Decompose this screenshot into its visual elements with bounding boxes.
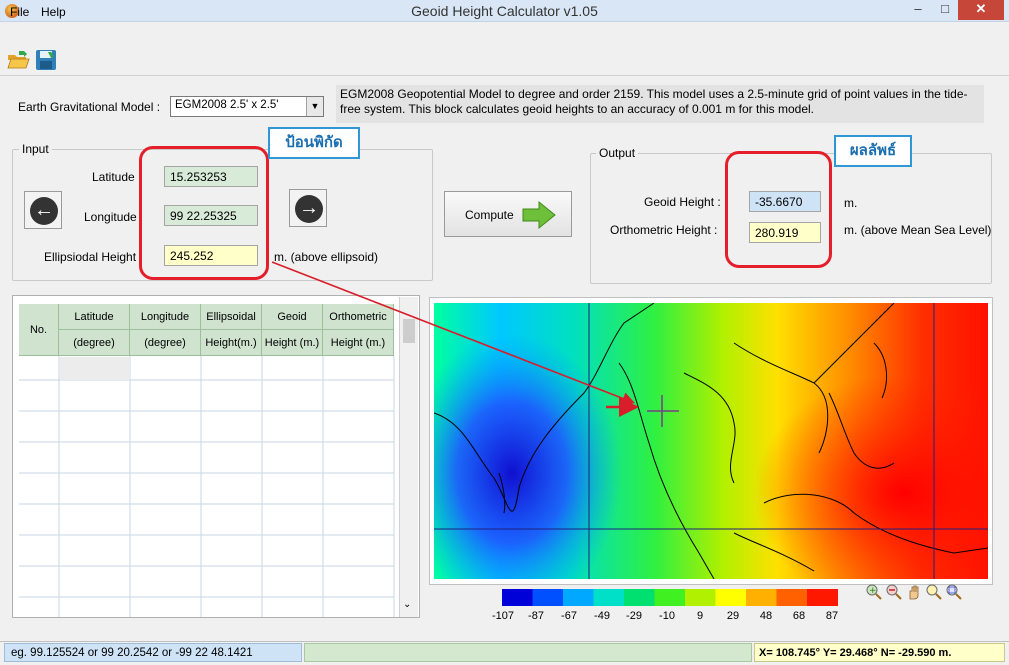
status-cursor-readout: X= 108.745° Y= 29.468° N= -29.590 m.	[754, 643, 1005, 662]
status-hint: eg. 99.125524 or 99 20.2542 or -99 22 48…	[4, 643, 302, 662]
status-progress	[304, 643, 752, 662]
annotation-arrow	[271, 261, 639, 417]
